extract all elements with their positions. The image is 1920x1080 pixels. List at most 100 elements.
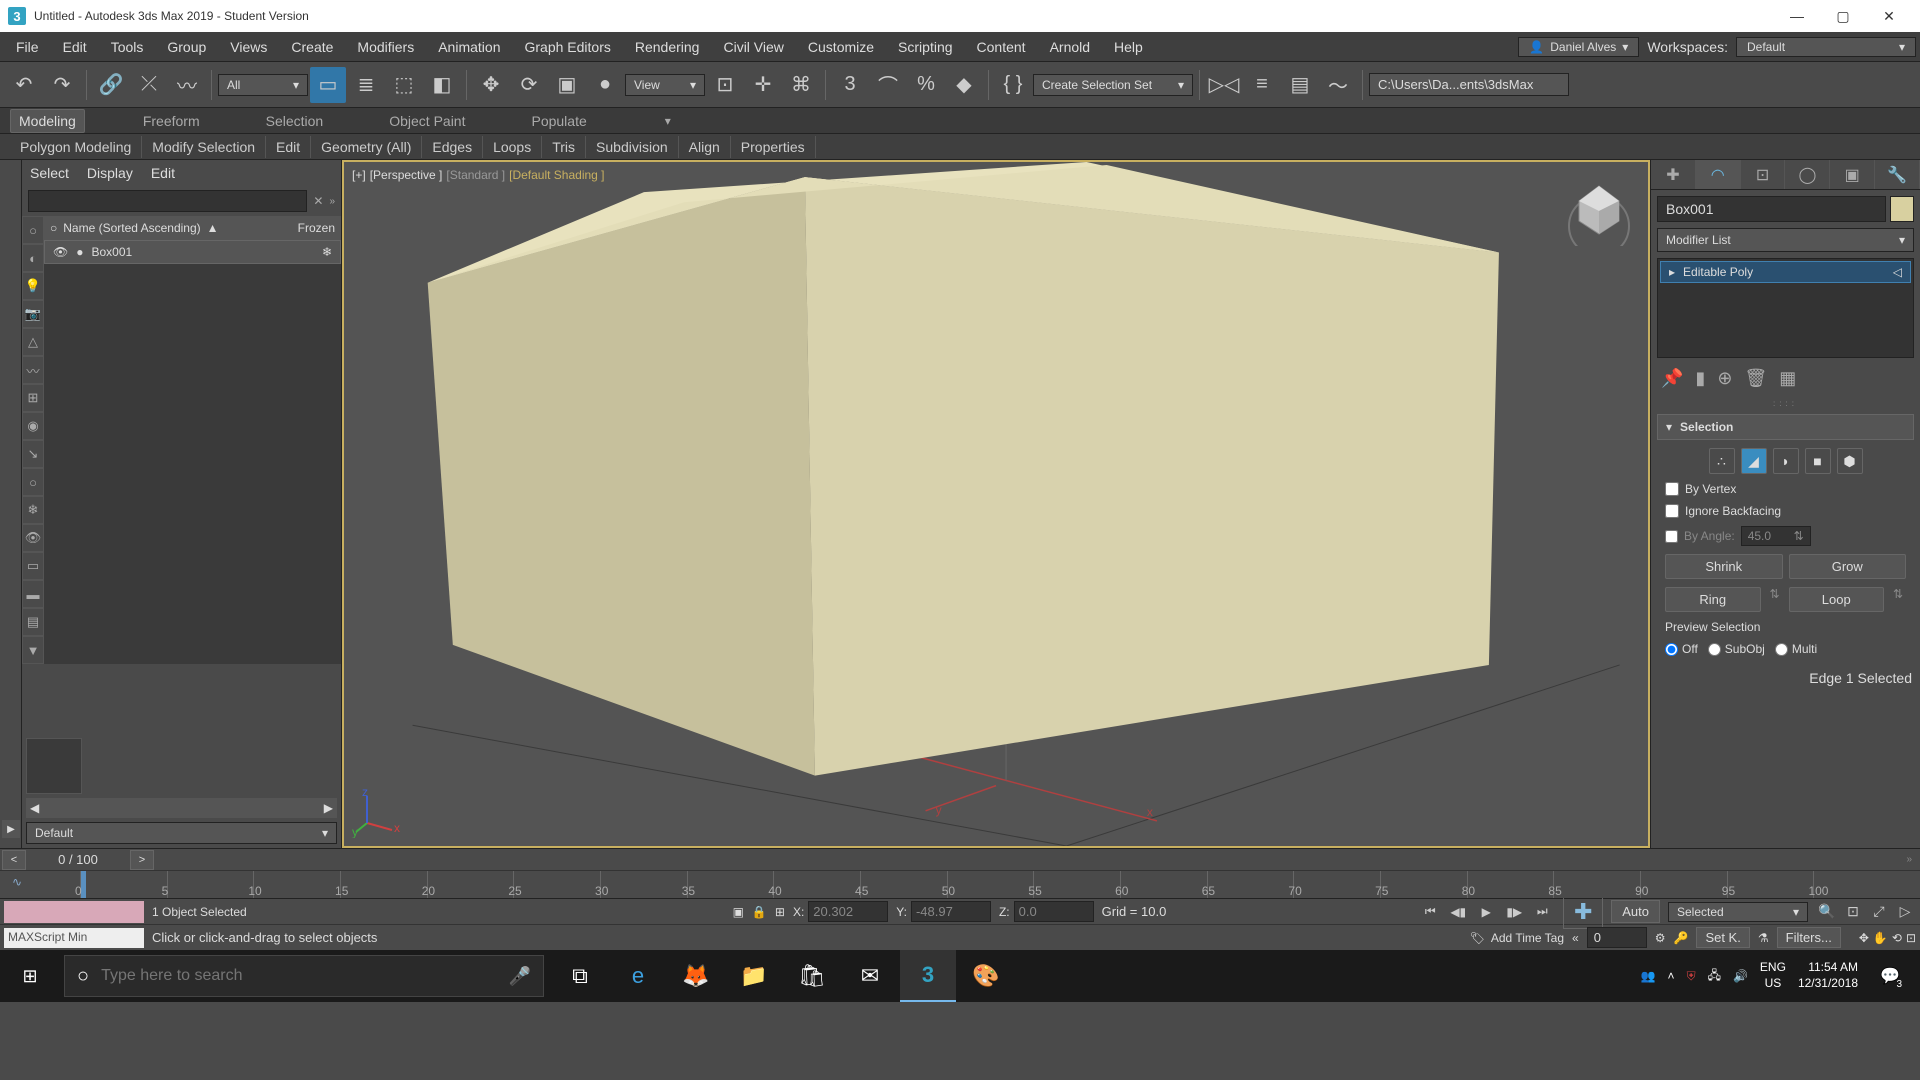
- taskbar-search[interactable]: ○ 🎤: [64, 955, 544, 997]
- subribbon-tris[interactable]: Tris: [542, 136, 586, 158]
- menu-arnold[interactable]: Arnold: [1038, 35, 1102, 59]
- filter-xrefs-icon[interactable]: ◉: [22, 412, 44, 440]
- add-time-tag[interactable]: 🏷 Add Time Tag: [1470, 931, 1564, 945]
- rollout-selection[interactable]: ▾ Selection: [1657, 414, 1914, 440]
- configure-modifier-icon[interactable]: ▦: [1779, 368, 1796, 389]
- transform-typein-icon[interactable]: ⊞: [775, 905, 785, 919]
- zoom-icon[interactable]: 🔍: [1816, 901, 1838, 923]
- object-name-input[interactable]: [1657, 196, 1886, 222]
- menu-edit[interactable]: Edit: [51, 35, 99, 59]
- close-button[interactable]: ✕: [1866, 0, 1912, 32]
- z-coord-input[interactable]: [1014, 901, 1094, 922]
- pan-icon[interactable]: ✥: [1859, 931, 1869, 945]
- minimize-button[interactable]: —: [1774, 0, 1820, 32]
- menu-rendering[interactable]: Rendering: [623, 35, 712, 59]
- filter-groups-icon[interactable]: ⊞: [22, 384, 44, 412]
- show-end-result-icon[interactable]: ▮: [1695, 368, 1705, 389]
- menu-tools[interactable]: Tools: [99, 35, 156, 59]
- subribbon-properties[interactable]: Properties: [731, 136, 816, 158]
- preview-off-radio[interactable]: Off: [1665, 642, 1698, 656]
- collapse-panel-icon[interactable]: »: [329, 196, 335, 207]
- align-icon[interactable]: ≡: [1244, 67, 1280, 103]
- column-name[interactable]: Name (Sorted Ascending): [63, 221, 200, 235]
- clock[interactable]: 11:54 AM12/31/2018: [1798, 960, 1858, 991]
- ribbon-tab-populate[interactable]: Populate: [523, 110, 594, 132]
- filter-hidden-icon[interactable]: 👁: [22, 524, 44, 552]
- layer-dropdown[interactable]: Default▾: [26, 822, 337, 844]
- cmd-tab-motion[interactable]: ◯: [1785, 160, 1830, 189]
- prev-frame-icon[interactable]: ◀▮: [1445, 901, 1471, 923]
- column-sort-icon[interactable]: ○: [50, 221, 57, 235]
- percent-snap-icon[interactable]: %: [908, 67, 944, 103]
- select-object-icon[interactable]: ▭: [310, 67, 346, 103]
- snap-toggle-icon[interactable]: 3: [832, 67, 868, 103]
- ribbon-tab-selection[interactable]: Selection: [258, 110, 332, 132]
- store-icon[interactable]: 🛍: [784, 950, 840, 1002]
- ref-coord-dropdown[interactable]: View▾: [625, 74, 705, 96]
- mirror-icon[interactable]: ▷◁: [1206, 67, 1242, 103]
- menu-modifiers[interactable]: Modifiers: [345, 35, 426, 59]
- cmd-tab-hierarchy[interactable]: ⊡: [1741, 160, 1786, 189]
- menu-group[interactable]: Group: [155, 35, 218, 59]
- viewport-perspective[interactable]: [+] [Perspective ] [Standard ] [Default …: [342, 160, 1650, 848]
- goto-start-icon[interactable]: ⏮: [1417, 901, 1443, 923]
- spinner-snap-icon[interactable]: ◆: [946, 67, 982, 103]
- modifier-active-icon[interactable]: ◁: [1893, 265, 1902, 279]
- rotate-icon[interactable]: ⟳: [511, 67, 547, 103]
- filter-bone-icon[interactable]: ↘: [22, 440, 44, 468]
- ring-spinner-icon[interactable]: ⇅: [1767, 587, 1783, 612]
- cmd-tab-modify[interactable]: ◠: [1696, 160, 1741, 189]
- visibility-icon[interactable]: 👁: [53, 245, 68, 259]
- rect-region-icon[interactable]: ⬚: [386, 67, 422, 103]
- menu-customize[interactable]: Customize: [796, 35, 886, 59]
- set-key-button[interactable]: Set K.: [1696, 927, 1749, 948]
- timeline-next-icon[interactable]: >: [130, 850, 154, 870]
- menu-create[interactable]: Create: [279, 35, 345, 59]
- start-button[interactable]: ⊞: [0, 950, 60, 1002]
- layer-explorer-icon[interactable]: ▤: [1282, 67, 1318, 103]
- grow-button[interactable]: Grow: [1789, 554, 1907, 579]
- language-indicator[interactable]: ENGUS: [1760, 960, 1786, 991]
- subobj-vertex[interactable]: ∴: [1709, 448, 1735, 474]
- filter-containers-icon[interactable]: ○: [22, 468, 44, 496]
- 3dsmax-taskbar-icon[interactable]: 3: [900, 950, 956, 1002]
- filter-all-icon[interactable]: ▭: [22, 552, 44, 580]
- selection-set-dropdown[interactable]: Create Selection Set▾: [1033, 74, 1193, 96]
- filter-geometry-icon[interactable]: ○: [22, 216, 44, 244]
- time-config-icon[interactable]: ⚙: [1655, 931, 1666, 945]
- object-color-swatch[interactable]: [1890, 196, 1914, 222]
- modifier-list-dropdown[interactable]: Modifier List▾: [1657, 228, 1914, 252]
- play-icon[interactable]: ▶: [1473, 901, 1499, 923]
- next-frame-icon[interactable]: ▮▶: [1501, 901, 1527, 923]
- timeline-prev-icon[interactable]: <: [2, 850, 26, 870]
- redo-icon[interactable]: ↷: [44, 67, 80, 103]
- mail-icon[interactable]: ✉: [842, 950, 898, 1002]
- ignore-backfacing-checkbox[interactable]: Ignore Backfacing: [1665, 504, 1906, 518]
- timeline-collapse-icon[interactable]: »: [1906, 854, 1912, 865]
- curve-editor-icon[interactable]: 〜: [1320, 67, 1356, 103]
- by-angle-checkbox[interactable]: [1665, 530, 1678, 543]
- ring-button[interactable]: Ring: [1665, 587, 1761, 612]
- undo-icon[interactable]: ↶: [6, 67, 42, 103]
- firefox-icon[interactable]: 🦊: [668, 950, 724, 1002]
- x-coord-input[interactable]: [808, 901, 888, 922]
- viewport-type-label[interactable]: [Perspective ]: [370, 168, 443, 182]
- modifier-editable-poly[interactable]: ▸ Editable Poly ◁: [1660, 261, 1911, 283]
- time-ruler[interactable]: ∿ 05101520253035404550556065707580859095…: [0, 870, 1920, 898]
- user-account[interactable]: 👤 Daniel Alves ▾: [1518, 37, 1639, 57]
- volume-icon[interactable]: 🔊: [1733, 969, 1748, 983]
- filter-lights-icon[interactable]: 💡: [22, 272, 44, 300]
- menu-scripting[interactable]: Scripting: [886, 35, 964, 59]
- subribbon-geometry[interactable]: Geometry (All): [311, 136, 422, 158]
- bind-icon[interactable]: 〰: [169, 67, 205, 103]
- shrink-button[interactable]: Shrink: [1665, 554, 1783, 579]
- cmd-tab-utilities[interactable]: 🔧: [1875, 160, 1920, 189]
- goto-end-icon[interactable]: ⏭: [1529, 901, 1555, 923]
- network-icon[interactable]: 🖧: [1708, 966, 1721, 987]
- big-plus-button[interactable]: ✚: [1563, 895, 1603, 929]
- paint-icon[interactable]: 🎨: [958, 950, 1014, 1002]
- scene-menu-edit[interactable]: Edit: [151, 165, 175, 181]
- scene-search-input[interactable]: [28, 190, 307, 212]
- walk-icon[interactable]: ✋: [1873, 931, 1888, 945]
- ribbon-tab-freeform[interactable]: Freeform: [135, 110, 208, 132]
